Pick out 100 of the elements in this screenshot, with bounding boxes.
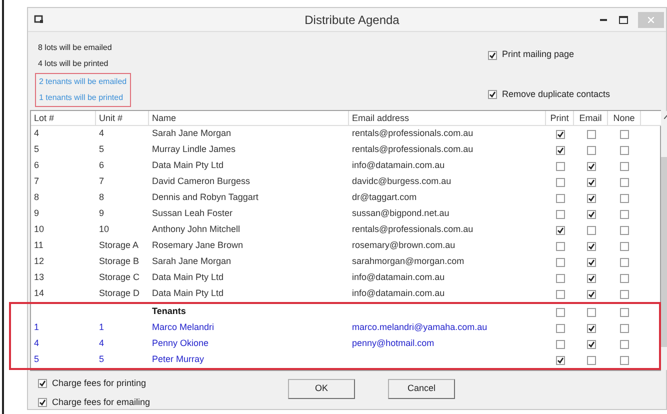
checkbox[interactable]	[586, 242, 596, 250]
table-cell-text: Storage B	[98, 255, 140, 268]
maximize-icon[interactable]	[619, 16, 628, 24]
checkbox[interactable]	[586, 162, 596, 170]
table-cell-text: 4	[33, 127, 40, 140]
checkbox[interactable]	[556, 210, 564, 218]
checkbox[interactable]	[620, 340, 629, 348]
checkbox[interactable]	[586, 340, 596, 348]
table-cell-text: 9	[33, 207, 40, 220]
table-cell-text: Sussan Leah Foster	[151, 207, 234, 220]
column-header[interactable]: None	[608, 111, 641, 126]
checkbox[interactable]	[586, 308, 596, 316]
dialog-button[interactable]: OK	[288, 379, 355, 399]
checkbox[interactable]	[620, 210, 629, 218]
table-cell-text: davidc@burgess.com.au	[351, 175, 452, 188]
checkbox[interactable]	[586, 146, 596, 154]
table-cell-text: 13	[33, 271, 46, 284]
table-cell-text: penny@hotmail.com	[351, 337, 436, 350]
checkbox[interactable]	[620, 290, 629, 298]
close-icon[interactable]	[648, 16, 654, 23]
checkbox[interactable]	[488, 90, 497, 100]
table-cell-text: 5	[33, 353, 40, 366]
table-cell-text: rentals@professionals.com.au	[351, 223, 474, 236]
checkbox[interactable]	[556, 130, 564, 138]
table-cell-text: 8	[98, 191, 106, 204]
checkbox[interactable]	[620, 130, 629, 138]
minimize-icon[interactable]	[600, 18, 607, 21]
checkbox[interactable]	[620, 146, 629, 154]
checkbox[interactable]	[586, 324, 596, 332]
checkbox[interactable]	[556, 308, 564, 316]
column-header[interactable]: Email address	[349, 111, 546, 126]
checkbox[interactable]	[586, 130, 596, 138]
column-header[interactable]: Email	[574, 111, 608, 126]
table-cell-text: Dennis and Robyn Taggart	[151, 191, 260, 204]
checkbox[interactable]	[620, 194, 629, 202]
table-cell-text: Anthony John Mitchell	[151, 223, 242, 236]
table-cell-text: Penny Okione	[151, 337, 210, 350]
checkbox[interactable]	[38, 398, 47, 407]
table-cell-text: 1	[98, 321, 106, 334]
checkbox[interactable]	[620, 324, 629, 332]
table-cell-text: Sarah Jane Morgan	[151, 255, 232, 268]
summary-text: 4 lots will be printed	[38, 58, 110, 70]
checkbox[interactable]	[488, 50, 497, 60]
checkbox[interactable]	[556, 226, 564, 234]
table-cell-text: rentals@professionals.com.au	[351, 143, 474, 156]
checkbox[interactable]	[586, 178, 596, 186]
table-cell-text: 10	[98, 223, 110, 236]
checkbox[interactable]	[556, 290, 564, 298]
table-cell-text: Storage D	[98, 287, 141, 300]
checkbox[interactable]	[620, 178, 629, 186]
column-header[interactable]: Unit #	[96, 111, 149, 126]
window-title: Distribute Agenda	[304, 12, 400, 29]
checkbox[interactable]	[586, 290, 596, 298]
table-cell-text: 4	[98, 127, 106, 140]
checkbox[interactable]	[586, 226, 596, 234]
checkbox[interactable]	[38, 379, 47, 388]
checkbox-label: Charge fees for printing	[52, 377, 146, 390]
table-cell-text: info@datamain.com.au	[351, 159, 446, 172]
summary-text: 2 tenants will be emailed	[39, 76, 127, 88]
close-button[interactable]	[638, 12, 664, 28]
checkbox[interactable]	[620, 242, 629, 250]
checkbox[interactable]	[556, 146, 564, 154]
column-header[interactable]: Print	[546, 111, 574, 126]
checkbox[interactable]	[556, 258, 564, 266]
checkbox[interactable]	[586, 356, 596, 364]
checkbox[interactable]	[620, 308, 629, 316]
column-header[interactable]: Name	[149, 111, 349, 126]
checkbox[interactable]	[620, 226, 629, 234]
checkbox[interactable]	[620, 258, 629, 266]
checkbox[interactable]	[586, 274, 596, 282]
table-cell-text: Murray Lindle James	[151, 143, 237, 156]
table-cell-text: 9	[98, 207, 106, 220]
checkbox[interactable]	[556, 340, 564, 348]
checkbox[interactable]	[556, 242, 564, 250]
table-cell-text: info@datamain.com.au	[351, 287, 446, 300]
table-cell-text: Peter Murray	[151, 353, 206, 366]
checkbox[interactable]	[556, 274, 564, 282]
column-header[interactable]: Lot #	[31, 111, 96, 126]
checkbox[interactable]	[620, 162, 629, 170]
checkbox[interactable]	[556, 194, 564, 202]
checkbox[interactable]	[556, 162, 564, 170]
checkbox[interactable]	[556, 356, 564, 364]
table-cell-text: 1	[33, 321, 40, 334]
checkbox[interactable]	[620, 356, 629, 364]
table-cell-text: sarahmorgan@morgan.com	[351, 255, 466, 268]
checkbox[interactable]	[620, 274, 629, 282]
checkbox[interactable]	[586, 258, 596, 266]
table-cell-text: info@datamain.com.au	[351, 271, 446, 284]
table-cell-text: Storage A	[98, 239, 140, 252]
checkbox[interactable]	[586, 194, 596, 202]
table-cell-text: 14	[33, 287, 46, 300]
checkbox[interactable]	[556, 324, 564, 332]
checkbox[interactable]	[586, 210, 596, 218]
dialog-button[interactable]: Cancel	[388, 379, 455, 399]
table-cell-text: marco.melandri@yamaha.com.au	[351, 321, 488, 334]
table-cell-text: Rosemary Jane Brown	[151, 239, 244, 252]
checkbox[interactable]	[556, 178, 564, 186]
summary-text: 1 tenants will be printed	[39, 92, 124, 104]
table-cell-text: rosemary@brown.com.au	[351, 239, 456, 252]
table-cell-text: Storage C	[98, 271, 141, 284]
